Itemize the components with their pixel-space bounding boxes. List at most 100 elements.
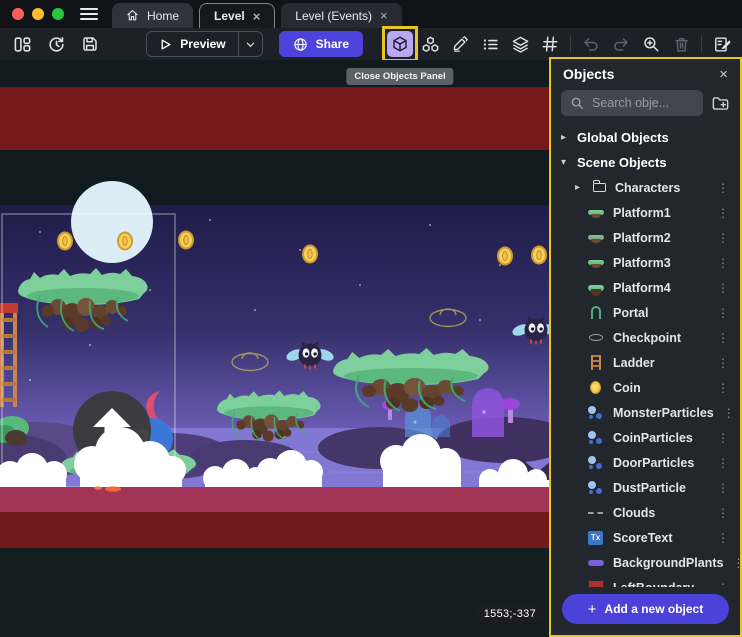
object-row-ladder[interactable]: Ladder ⋮	[551, 350, 740, 375]
object-row-dustparticle[interactable]: DustParticle ⋮	[551, 475, 740, 500]
add-folder-icon	[711, 94, 730, 113]
object-menu-button[interactable]: ⋮	[717, 431, 740, 445]
search-placeholder: Search obje...	[592, 96, 669, 110]
search-input[interactable]: Search obje...	[561, 90, 703, 116]
collapse-icon[interactable]: ▾	[561, 157, 570, 168]
add-new-object-button[interactable]: + Add a new object	[562, 594, 729, 624]
object-groups-icon	[421, 35, 440, 54]
preview-button[interactable]: Preview	[147, 32, 237, 56]
object-menu-button[interactable]: ⋮	[717, 481, 740, 495]
moon[interactable]	[71, 181, 153, 263]
object-menu-button[interactable]: ⋮	[717, 331, 740, 345]
object-groups-button[interactable]	[417, 31, 443, 57]
boundary-band-bottom[interactable]	[0, 512, 552, 548]
tab-home[interactable]: Home	[112, 3, 193, 28]
properties-button[interactable]	[447, 31, 473, 57]
object-row-platform2[interactable]: Platform2⋮	[551, 225, 740, 250]
expand-icon[interactable]: ▸	[575, 182, 584, 193]
object-menu-button[interactable]: ⋮	[717, 456, 740, 470]
scene-render	[0, 60, 552, 637]
object-menu-button[interactable]: ⋮	[717, 381, 740, 395]
object-menu-button[interactable]: ⋮	[717, 206, 740, 220]
object-row-leftboundary[interactable]: LeftBoundary⋮	[551, 575, 740, 587]
preview-options-button[interactable]	[238, 32, 262, 56]
redo-button[interactable]	[608, 31, 634, 57]
layers-icon	[511, 35, 530, 54]
object-row-portal[interactable]: Portal⋮	[551, 300, 740, 325]
object-menu-button[interactable]: ⋮	[723, 406, 740, 420]
toolbar-left-group	[10, 32, 102, 56]
object-row-backgroundplants[interactable]: BackgroundPlants ⋮	[551, 550, 740, 575]
objects-panel-button[interactable]	[387, 31, 413, 57]
search-row: Search obje...	[551, 86, 740, 123]
section-global-objects[interactable]: ▸Global Objects	[551, 125, 740, 150]
object-menu-button[interactable]: ⋮	[717, 506, 740, 520]
object-label: DustParticle	[613, 481, 686, 495]
object-label: BackgroundPlants	[613, 556, 723, 570]
left-boundary-marker	[0, 303, 18, 313]
scene-properties-button[interactable]	[709, 31, 735, 57]
undo-button[interactable]	[578, 31, 604, 57]
object-row-checkpoint[interactable]: Checkpoint⋮	[551, 325, 740, 350]
object-row-doorparticles[interactable]: DoorParticles ⋮	[551, 450, 740, 475]
close-window-button[interactable]	[12, 8, 24, 20]
main-menu-button[interactable]	[78, 3, 100, 25]
tab-label: Home	[147, 9, 179, 23]
object-row-monsterparticles[interactable]: MonsterParticles⋮	[551, 400, 740, 425]
object-label: Characters	[615, 181, 680, 195]
object-row-coin[interactable]: Coin⋮	[551, 375, 740, 400]
object-menu-button[interactable]: ⋮	[717, 531, 740, 545]
editor-background-bottom	[0, 548, 552, 637]
grid-options-button[interactable]	[537, 31, 563, 57]
close-tab-icon[interactable]: ×	[380, 9, 388, 22]
close-panel-icon[interactable]: ×	[719, 67, 728, 82]
objects-panel-button-wrapper: Close Objects Panel	[387, 31, 413, 57]
object-label: Platform1	[613, 206, 671, 220]
maximize-window-button[interactable]	[52, 8, 64, 20]
object-menu-button[interactable]: ⋮	[717, 231, 740, 245]
tab-level-events[interactable]: Level (Events) ×	[281, 3, 401, 28]
layers-button[interactable]	[507, 31, 533, 57]
share-button[interactable]: Share	[279, 31, 363, 57]
object-menu-button[interactable]: ⋮	[732, 556, 740, 570]
scene-editor-canvas[interactable]: 1553;-337	[0, 60, 552, 637]
object-row-clouds[interactable]: Clouds⋮	[551, 500, 740, 525]
section-scene-objects[interactable]: ▾Scene Objects	[551, 150, 740, 175]
zoom-button[interactable]	[638, 31, 664, 57]
object-menu-button[interactable]: ⋮	[717, 181, 740, 195]
editor-background-top	[0, 60, 552, 87]
object-row-platform1[interactable]: Platform1 ⋮	[551, 200, 740, 225]
boundary-band-top[interactable]	[0, 87, 552, 150]
object-row-platform3[interactable]: Platform3⋮	[551, 250, 740, 275]
particles-thumbnail-icon	[587, 406, 604, 420]
delete-button[interactable]	[668, 31, 694, 57]
minimize-window-button[interactable]	[32, 8, 44, 20]
project-manager-button[interactable]	[10, 32, 34, 56]
tab-level[interactable]: Level ×	[199, 3, 275, 28]
object-menu-button[interactable]: ⋮	[717, 256, 740, 270]
expand-icon[interactable]: ▸	[561, 132, 570, 143]
object-row-platform4[interactable]: Platform4⋮	[551, 275, 740, 300]
object-menu-button[interactable]: ⋮	[717, 356, 740, 370]
zoom-in-icon	[642, 35, 660, 53]
object-label: DoorParticles	[613, 456, 694, 470]
boundary-band-pink[interactable]	[0, 487, 552, 512]
object-menu-button[interactable]: ⋮	[717, 281, 740, 295]
object-tree: ▸Global Objects▾Scene Objects ▸ Characters…	[551, 123, 740, 587]
platform4-thumbnail-icon	[587, 285, 604, 291]
object-row-coinparticles[interactable]: CoinParticles⋮	[551, 425, 740, 450]
scoretext-thumbnail-icon: Tx	[587, 531, 604, 545]
add-folder-button[interactable]	[711, 94, 730, 113]
object-menu-button[interactable]: ⋮	[717, 306, 740, 320]
share-label: Share	[316, 37, 349, 51]
object-row-scoretext[interactable]: TxScoreText⋮	[551, 525, 740, 550]
coin-thumbnail-icon	[587, 381, 604, 394]
object-label: Ladder	[613, 356, 655, 370]
save-button[interactable]	[78, 32, 102, 56]
version-history-button[interactable]	[44, 32, 68, 56]
instances-list-button[interactable]	[477, 31, 503, 57]
grid-icon	[541, 35, 559, 53]
redo-icon	[612, 35, 630, 53]
close-tab-icon[interactable]: ×	[253, 10, 261, 23]
object-row-characters[interactable]: ▸ Characters ⋮	[551, 175, 740, 200]
